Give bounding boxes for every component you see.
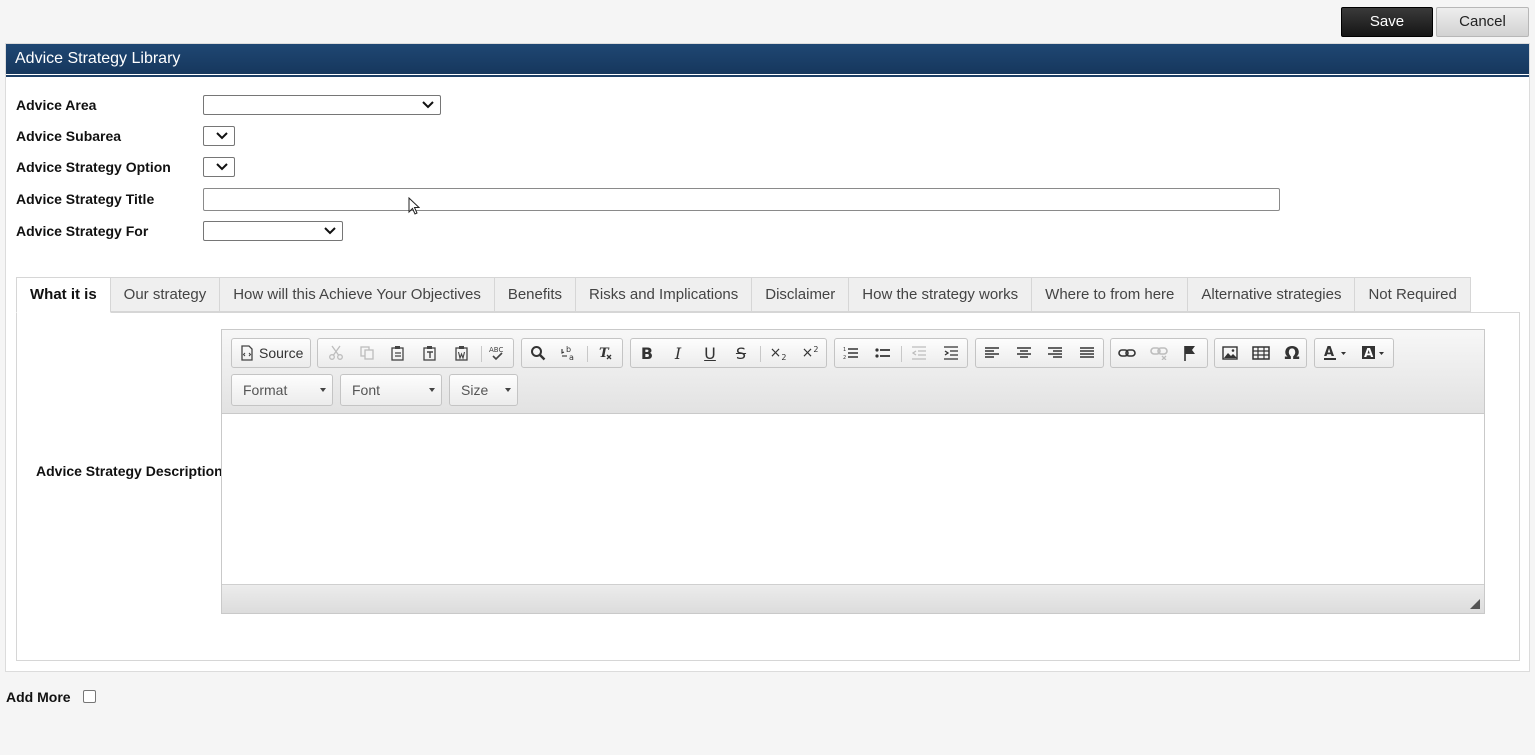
tab-how-strategy-works[interactable]: How the strategy works: [849, 277, 1033, 312]
source-button[interactable]: Source: [232, 339, 310, 367]
font-combo-label: Font: [352, 382, 381, 398]
align-right-icon[interactable]: [1040, 339, 1070, 367]
panel-title: Advice Strategy Library: [6, 44, 1529, 74]
special-char-icon[interactable]: Ω: [1277, 339, 1307, 367]
subscript-icon[interactable]: × 2: [763, 339, 793, 367]
outdent-icon[interactable]: [904, 339, 934, 367]
tab-where-to-from-here[interactable]: Where to from here: [1032, 277, 1189, 312]
add-more-label: Add More: [6, 689, 71, 705]
text-color-icon[interactable]: A: [1319, 339, 1353, 367]
toolbar-group-editing: ba T: [521, 338, 623, 368]
resize-handle-icon[interactable]: [1470, 599, 1480, 609]
chevron-down-icon: [216, 163, 228, 171]
paste-icon[interactable]: [383, 339, 413, 367]
strikethrough-icon[interactable]: S: [726, 339, 756, 367]
copy-icon[interactable]: [352, 339, 382, 367]
svg-text:A: A: [1364, 346, 1374, 360]
tab-disclaimer[interactable]: Disclaimer: [752, 277, 850, 312]
source-label: Source: [259, 345, 304, 361]
italic-icon[interactable]: I: [663, 339, 693, 367]
svg-text:a: a: [569, 353, 574, 361]
advice-strategy-option-label: Advice Strategy Option: [16, 159, 171, 175]
bold-icon[interactable]: B: [632, 339, 662, 367]
paste-word-icon[interactable]: [447, 339, 477, 367]
advice-subarea-select[interactable]: [203, 126, 235, 146]
indent-icon[interactable]: [936, 339, 966, 367]
align-center-icon[interactable]: [1009, 339, 1039, 367]
justify-icon[interactable]: [1072, 339, 1102, 367]
editor-content-area[interactable]: [222, 415, 1484, 584]
svg-text:2: 2: [843, 355, 846, 361]
caret-down-icon: [320, 388, 326, 392]
format-combo[interactable]: Format: [231, 374, 333, 406]
tab-benefits[interactable]: Benefits: [494, 277, 577, 312]
paste-text-icon[interactable]: [415, 339, 445, 367]
unlink-icon[interactable]: [1144, 339, 1174, 367]
toolbar-group-links: [1110, 338, 1208, 368]
numbered-list-icon[interactable]: 12: [836, 339, 866, 367]
advice-area-select[interactable]: [203, 95, 441, 115]
save-button[interactable]: Save: [1341, 7, 1433, 37]
toolbar-group-document: Source: [231, 338, 311, 368]
tab-alternative-strategies[interactable]: Alternative strategies: [1188, 277, 1356, 312]
svg-text:T: T: [599, 346, 610, 361]
toolbar-group-paragraph: 12: [834, 338, 968, 368]
toolbar-group-basicstyles: B I U S × 2 × 2: [630, 338, 827, 368]
remove-format-icon[interactable]: T: [590, 339, 620, 367]
caret-down-icon: [429, 388, 435, 392]
panel-header-divider: [6, 75, 1529, 77]
cut-icon[interactable]: [321, 339, 351, 367]
rich-text-editor: Source ABC b a T B I U S × 2 × 2 1 2 Ω A…: [221, 329, 1485, 614]
tab-risks-and-implications[interactable]: Risks and Implications: [576, 277, 753, 312]
toolbar-group-colors: A A: [1314, 338, 1394, 368]
image-icon[interactable]: [1215, 339, 1245, 367]
toolbar-group-insert: Ω: [1214, 338, 1307, 368]
toolbar-group-align: [975, 338, 1104, 368]
cancel-button[interactable]: Cancel: [1436, 7, 1529, 37]
underline-icon[interactable]: U: [695, 339, 725, 367]
align-left-icon[interactable]: [977, 339, 1007, 367]
caret-down-icon: [505, 388, 511, 392]
link-icon[interactable]: [1112, 339, 1142, 367]
toolbar-group-clipboard: ABC: [317, 338, 514, 368]
font-combo[interactable]: Font: [340, 374, 442, 406]
spellcheck-icon[interactable]: ABC: [482, 339, 512, 367]
size-combo[interactable]: Size: [449, 374, 518, 406]
tab-what-it-is[interactable]: What it is: [16, 277, 111, 313]
advice-strategy-for-select[interactable]: [203, 221, 343, 241]
editor-status-bar: [222, 584, 1484, 613]
advice-subarea-label: Advice Subarea: [16, 128, 122, 144]
bg-color-icon[interactable]: A: [1357, 339, 1391, 367]
anchor-icon[interactable]: [1175, 339, 1205, 367]
toolbar-separator: [587, 346, 588, 362]
advice-strategy-for-label: Advice Strategy For: [16, 223, 149, 239]
advice-area-label: Advice Area: [16, 97, 97, 113]
toolbar-separator: [760, 346, 761, 362]
tab-how-will-this-achieve[interactable]: How will this Achieve Your Objectives: [220, 277, 495, 312]
tab-bar: What it is Our strategy How will this Ac…: [16, 277, 1471, 313]
size-combo-label: Size: [461, 382, 489, 398]
mouse-pointer-icon: [408, 197, 420, 215]
tab-our-strategy[interactable]: Our strategy: [110, 277, 221, 312]
toolbar-separator: [901, 346, 902, 362]
chevron-down-icon: [216, 132, 228, 140]
chevron-down-icon: [324, 227, 336, 235]
format-combo-label: Format: [243, 382, 288, 398]
find-icon[interactable]: [523, 339, 553, 367]
advice-strategy-title-input[interactable]: [203, 188, 1280, 211]
source-icon: [241, 345, 253, 361]
add-more-checkbox[interactable]: [83, 690, 96, 703]
superscript-icon[interactable]: × 2: [795, 339, 825, 367]
replace-icon[interactable]: ba: [554, 339, 584, 367]
advice-strategy-option-select[interactable]: [203, 157, 235, 177]
tab-not-required[interactable]: Not Required: [1355, 277, 1471, 312]
advice-strategy-description-label: Advice Strategy Description: [36, 463, 223, 479]
svg-text:1: 1: [843, 347, 846, 353]
bulleted-list-icon[interactable]: [868, 339, 898, 367]
table-icon[interactable]: [1246, 339, 1276, 367]
chevron-down-icon: [422, 101, 434, 109]
advice-strategy-title-label: Advice Strategy Title: [16, 191, 155, 207]
svg-text:A: A: [1324, 345, 1334, 360]
editor-toolbar: Source ABC b a T B I U S × 2 × 2 1 2 Ω A…: [222, 330, 1484, 414]
